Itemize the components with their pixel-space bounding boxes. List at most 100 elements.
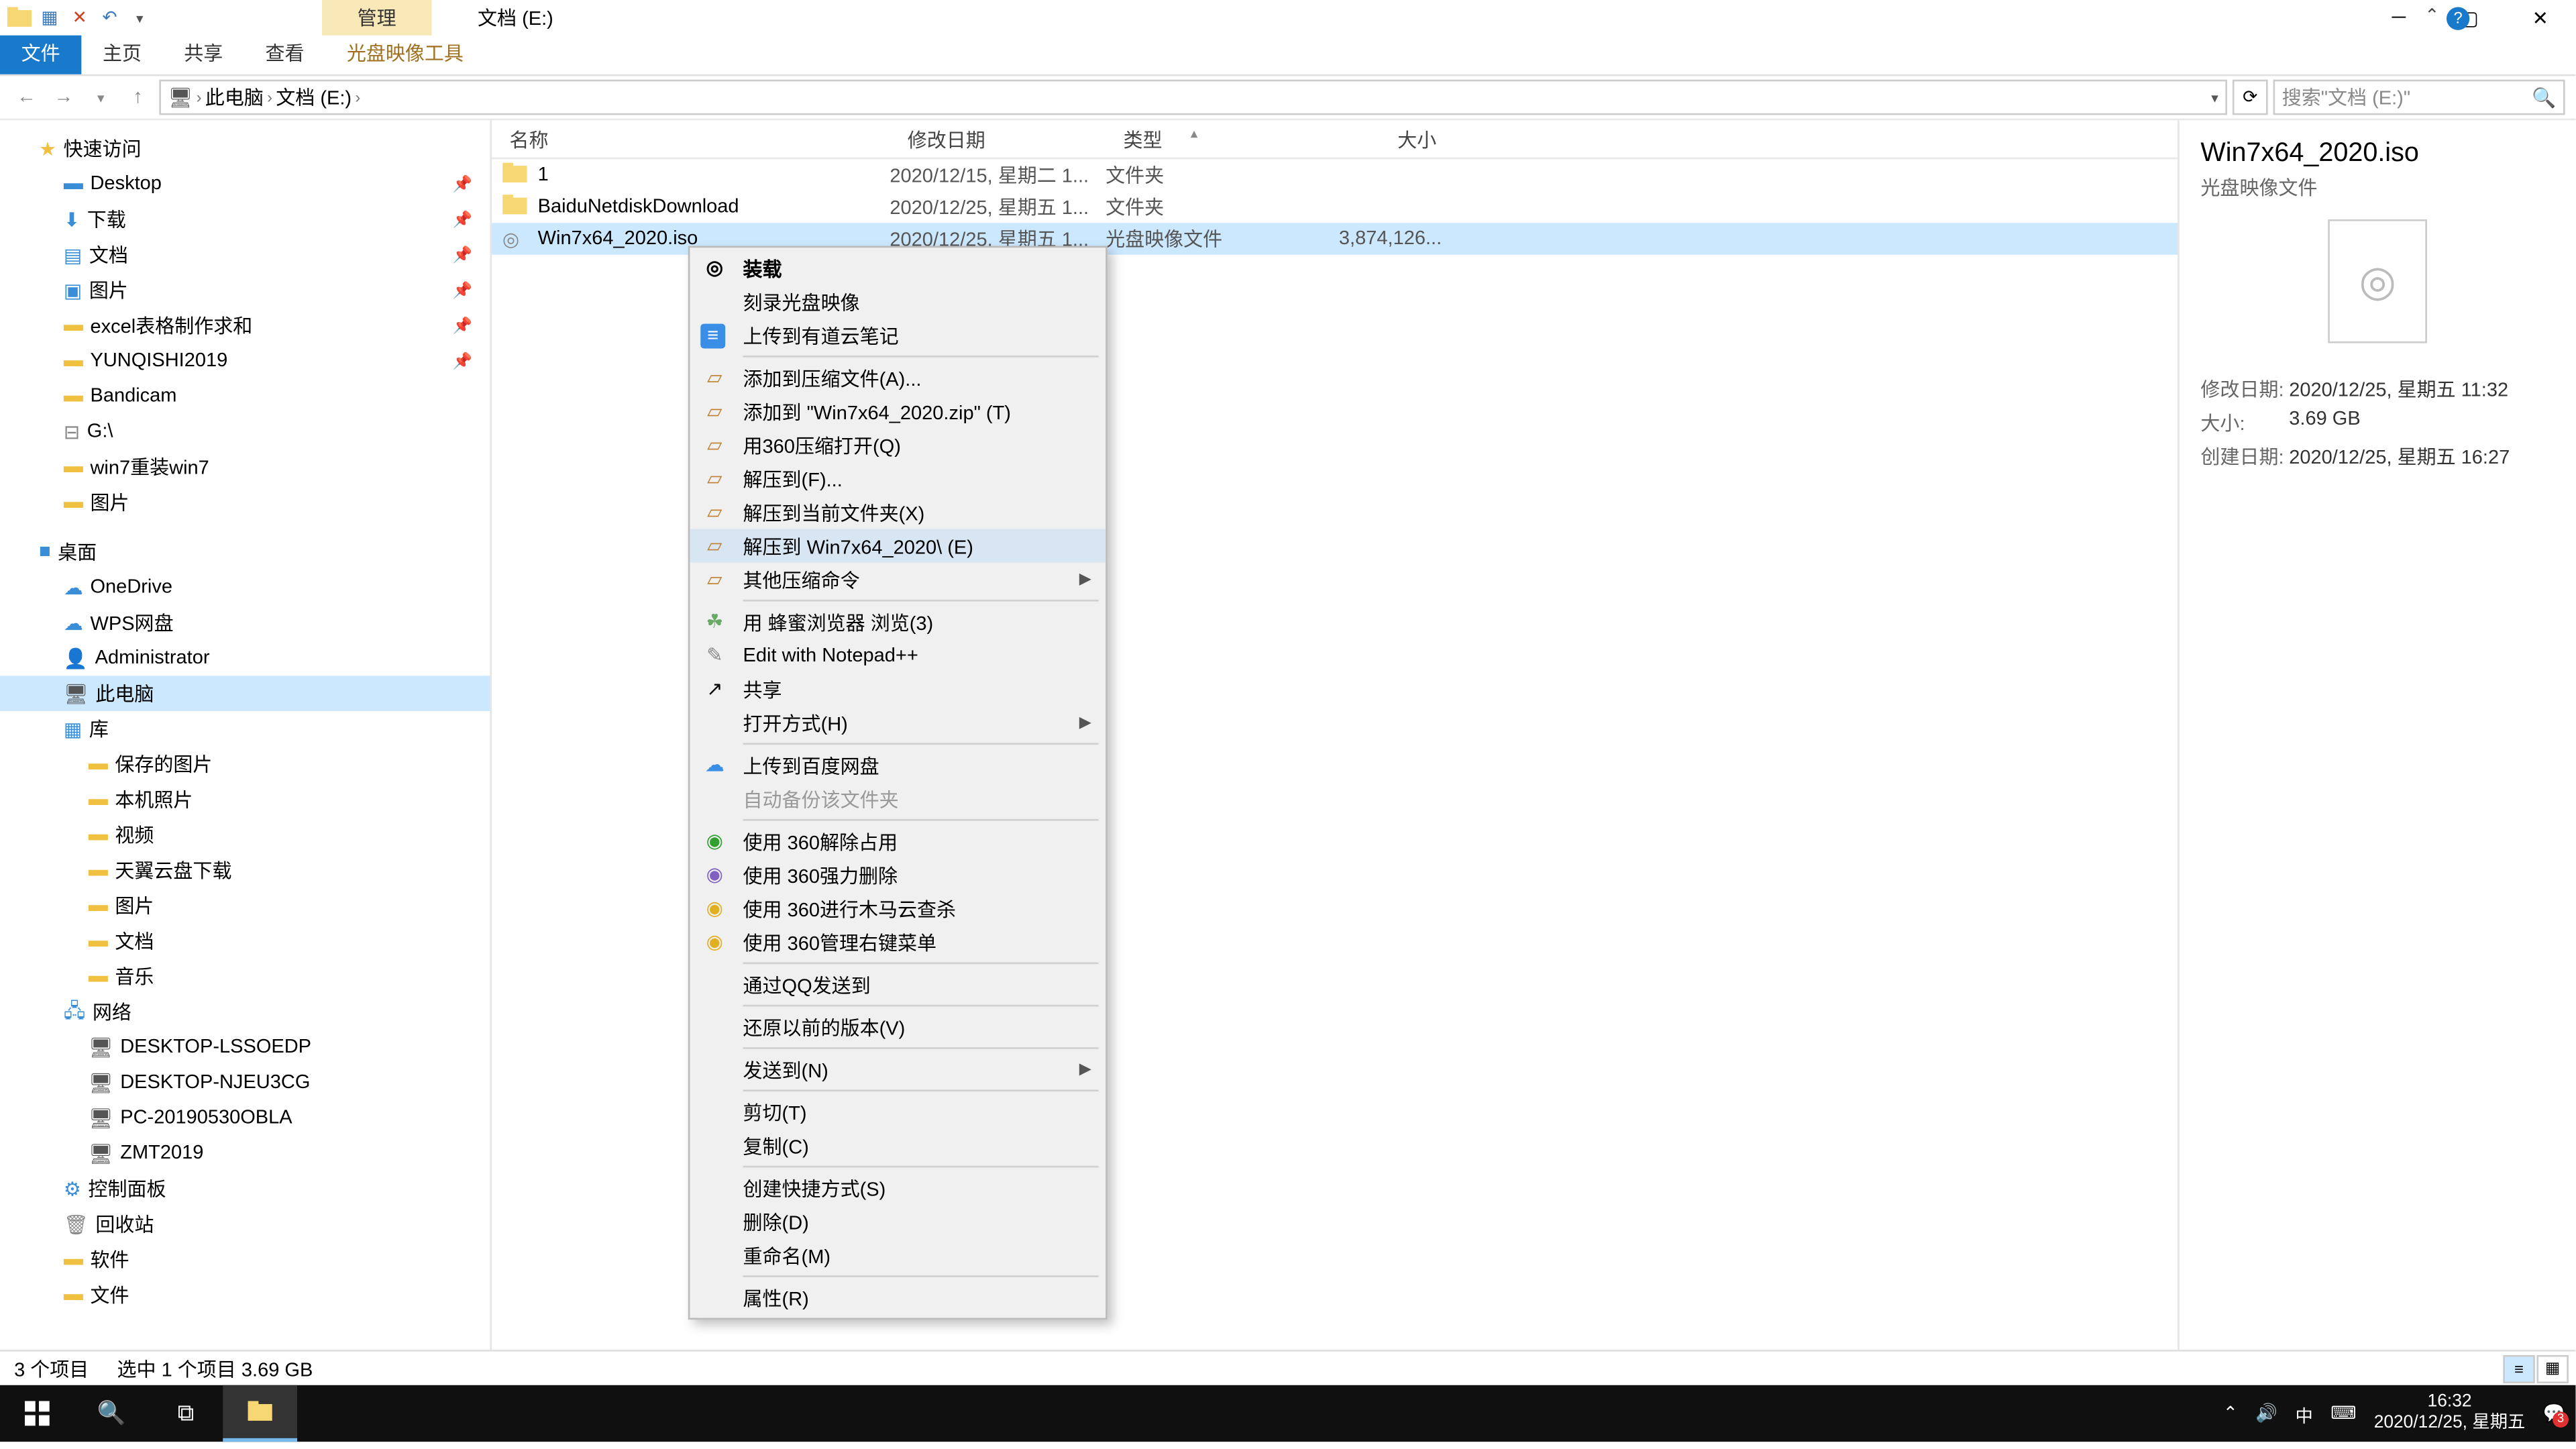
tree-camera-roll[interactable]: ▬本机照片 (0, 782, 490, 818)
file-row[interactable]: BaiduNetdiskDownload 2020/12/25, 星期五 1..… (492, 191, 2178, 223)
nav-forward-button[interactable]: → (48, 81, 79, 113)
tree-videos[interactable]: ▬视频 (0, 817, 490, 853)
ribbon-tab-iso-tools[interactable]: 光盘映像工具 (325, 32, 484, 74)
ctx-other-zip[interactable]: ▱其他压缩命令▶ (690, 563, 1106, 596)
ribbon-expand-icon[interactable]: ⌃ (2424, 6, 2439, 29)
action-center-icon[interactable]: 💬3 (2543, 1403, 2565, 1423)
ctx-extract-to[interactable]: ▱解压到(F)... (690, 462, 1106, 495)
tree-pc3[interactable]: 🖥PC-20190530OBLA (0, 1100, 490, 1136)
help-icon[interactable]: ? (2447, 6, 2469, 29)
nav-up-button[interactable]: ↑ (122, 81, 154, 113)
tree-desktop-root[interactable]: ■桌面 (0, 534, 490, 570)
tray-volume-icon[interactable]: 🔊 (2255, 1403, 2277, 1423)
tree-excel-folder[interactable]: ▬excel表格制作求和📌 (0, 308, 490, 343)
qat-undo-icon[interactable]: ↶ (97, 5, 122, 30)
taskbar-search-button[interactable]: 🔍 (74, 1385, 149, 1442)
tree-gdrive[interactable]: ⊟G:\ (0, 414, 490, 449)
ctx-copy[interactable]: 复制(C) (690, 1128, 1106, 1162)
ctx-youdao[interactable]: ≡上传到有道云笔记 (690, 319, 1106, 352)
ctx-qq-send[interactable]: 通过QQ发送到 (690, 967, 1106, 1001)
tree-thispc[interactable]: 🖥此电脑 (0, 676, 490, 711)
tree-admin[interactable]: 👤Administrator (0, 641, 490, 676)
tree-quick-access[interactable]: ★快速访问 (0, 131, 490, 166)
tree-tianyi[interactable]: ▬天翼云盘下载 (0, 853, 490, 888)
tree-network[interactable]: 🖧网络 (0, 994, 490, 1030)
ctx-baidu-upload[interactable]: ☁上传到百度网盘 (690, 748, 1106, 782)
taskbar-clock[interactable]: 16:32 2020/12/25, 星期五 (2374, 1392, 2526, 1434)
taskview-button[interactable]: ⧉ (149, 1385, 223, 1442)
crumb-thispc[interactable]: 此电脑 (205, 83, 264, 111)
tree-pc1[interactable]: 🖥DESKTOP-LSSOEDP (0, 1030, 490, 1065)
ribbon-tab-home[interactable]: 主页 (81, 32, 162, 74)
ctx-send-to[interactable]: 发送到(N)▶ (690, 1053, 1106, 1086)
tree-music[interactable]: ▬音乐 (0, 959, 490, 994)
qat-properties-icon[interactable]: ▦ (37, 5, 62, 30)
ctx-shortcut[interactable]: 创建快捷方式(S) (690, 1171, 1106, 1205)
ctx-cut[interactable]: 剪切(T) (690, 1095, 1106, 1128)
ctx-add-zip[interactable]: ▱添加到 "Win7x64_2020.zip" (T) (690, 394, 1106, 428)
ctx-360-unlock[interactable]: ◉使用 360解除占用 (690, 824, 1106, 858)
tray-keyboard-icon[interactable]: ⌨ (2330, 1403, 2356, 1423)
start-button[interactable] (0, 1385, 74, 1442)
tree-software[interactable]: ▬软件 (0, 1242, 490, 1277)
nav-recent-dropdown[interactable]: ▾ (85, 81, 117, 113)
ctx-properties[interactable]: 属性(R) (690, 1281, 1106, 1314)
tree-desktop[interactable]: ▬Desktop📌 (0, 166, 490, 202)
tree-pictures[interactable]: ▣图片📌 (0, 272, 490, 308)
chevron-right-icon[interactable]: › (355, 89, 360, 106)
address-dropdown-icon[interactable]: ▾ (2211, 89, 2218, 105)
ctx-burn[interactable]: 刻录光盘映像 (690, 285, 1106, 319)
ctx-notepadpp[interactable]: ✎Edit with Notepad++ (690, 639, 1106, 672)
file-row[interactable]: 1 2020/12/15, 星期二 1... 文件夹 (492, 159, 2178, 191)
view-details-button[interactable]: ≡ (2503, 1354, 2534, 1383)
ctx-extract-named[interactable]: ▱解压到 Win7x64_2020\ (E) (690, 529, 1106, 562)
address-bar[interactable]: 🖥 › 此电脑 › 文档 (E:) › ▾ (159, 80, 2227, 115)
ctx-share[interactable]: ↗共享 (690, 672, 1106, 706)
ctx-honey-browser[interactable]: ☘用 蜂蜜浏览器 浏览(3) (690, 605, 1106, 639)
tree-win7-folder[interactable]: ▬win7重装win7 (0, 449, 490, 485)
tray-overflow-button[interactable]: ⌃ (2223, 1403, 2238, 1423)
tree-onedrive[interactable]: ☁OneDrive (0, 570, 490, 605)
tree-downloads[interactable]: ⬇下载📌 (0, 202, 490, 237)
ctx-extract-here[interactable]: ▱解压到当前文件夹(X) (690, 495, 1106, 529)
nav-back-button[interactable]: ← (11, 81, 42, 113)
ribbon-tab-file[interactable]: 文件 (0, 32, 81, 74)
tree-bandicam-folder[interactable]: ▬Bandicam (0, 378, 490, 414)
ctx-mount[interactable]: ◎装载 (690, 251, 1106, 284)
crumb-folder[interactable]: 文档 (E:) (276, 83, 352, 111)
tree-library[interactable]: ▦库 (0, 711, 490, 747)
tree-pc4[interactable]: 🖥ZMT2019 (0, 1136, 490, 1171)
tree-documents2[interactable]: ▬文档 (0, 924, 490, 959)
view-icons-button[interactable]: ▦ (2536, 1354, 2568, 1383)
col-name[interactable]: 名称 ▴ (492, 125, 890, 153)
close-button[interactable]: ✕ (2505, 0, 2575, 36)
search-input[interactable]: 搜索"文档 (E:)" 🔍 (2273, 80, 2565, 115)
ctx-rename[interactable]: 重命名(M) (690, 1238, 1106, 1272)
ribbon-tab-view[interactable]: 查看 (244, 32, 325, 74)
tree-recycle[interactable]: 🗑回收站 (0, 1206, 490, 1242)
ctx-360-menu[interactable]: ◉使用 360管理右键菜单 (690, 925, 1106, 959)
tree-pc2[interactable]: 🖥DESKTOP-NJEU3CG (0, 1065, 490, 1100)
minimize-button[interactable]: ─ (2363, 0, 2434, 36)
tree-files[interactable]: ▬文件 (0, 1277, 490, 1313)
ctx-delete[interactable]: 删除(D) (690, 1205, 1106, 1238)
tree-saved-pics[interactable]: ▬保存的图片 (0, 747, 490, 782)
qat-dropdown-icon[interactable]: ▾ (127, 5, 152, 30)
tree-documents[interactable]: ▤文档📌 (0, 237, 490, 272)
tree-control-panel[interactable]: ⚙控制面板 (0, 1171, 490, 1207)
col-date[interactable]: 修改日期 (890, 125, 1106, 153)
refresh-button[interactable]: ⟳ (2233, 80, 2268, 115)
ctx-open-360zip[interactable]: ▱用360压缩打开(Q) (690, 428, 1106, 462)
tree-pictures3[interactable]: ▬图片 (0, 888, 490, 924)
ctx-restore-prev[interactable]: 还原以前的版本(V) (690, 1010, 1106, 1044)
tray-ime-icon[interactable]: 中 (2296, 1400, 2313, 1427)
ctx-add-archive[interactable]: ▱添加到压缩文件(A)... (690, 361, 1106, 394)
qat-delete-icon[interactable]: ✕ (67, 5, 92, 30)
chevron-right-icon[interactable]: › (267, 89, 272, 106)
taskbar-explorer-button[interactable] (223, 1385, 297, 1442)
ctx-open-with[interactable]: 打开方式(H)▶ (690, 706, 1106, 739)
tree-pictures2[interactable]: ▬图片 (0, 485, 490, 521)
ctx-360-trojan[interactable]: ◉使用 360进行木马云查杀 (690, 892, 1106, 925)
tree-yunqishi-folder[interactable]: ▬YUNQISHI2019📌 (0, 343, 490, 379)
ribbon-tab-share[interactable]: 共享 (163, 32, 244, 74)
